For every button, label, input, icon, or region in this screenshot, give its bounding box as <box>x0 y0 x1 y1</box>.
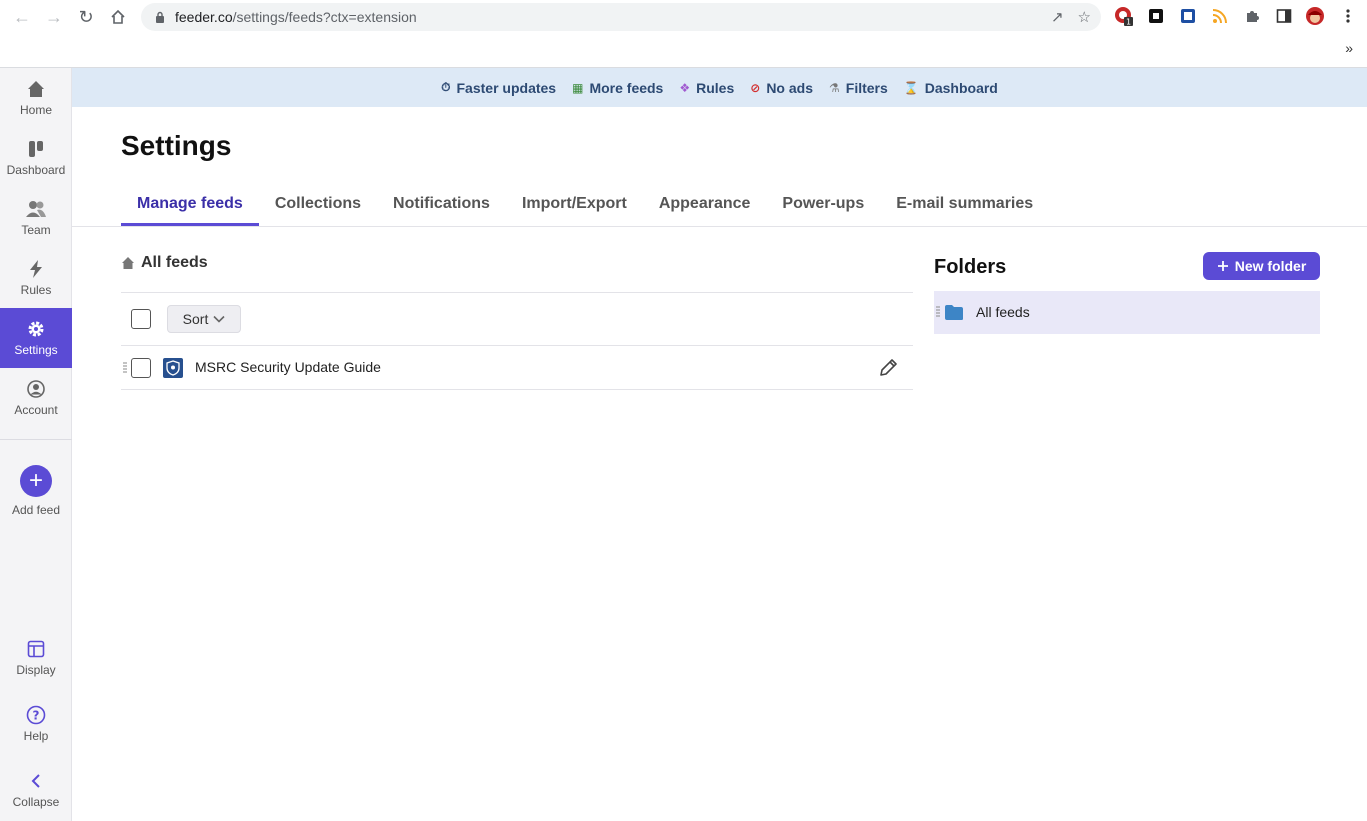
extension-box-icon[interactable] <box>1146 6 1166 26</box>
extension-red-icon[interactable]: 1 <box>1114 6 1134 26</box>
sidebar-item-label: Account <box>14 403 58 417</box>
tabs-divider <box>72 226 1367 227</box>
sidebar-item-display[interactable]: Display <box>0 628 72 688</box>
folder-item-all-feeds[interactable]: All feeds <box>934 291 1320 334</box>
side-panel-icon[interactable] <box>1274 6 1294 26</box>
address-bar[interactable]: feeder.co/settings/feeds?ctx=extension ↗… <box>141 3 1101 31</box>
feeds-breadcrumb[interactable]: All feeds <box>121 254 208 272</box>
promo-no-ads[interactable]: ⊘ No ads <box>750 80 813 96</box>
sidebar-item-help[interactable]: ? Help <box>0 694 72 754</box>
divider <box>121 292 913 293</box>
promo-filters[interactable]: ⚗ Filters <box>829 80 888 96</box>
promo-dashboard[interactable]: ⌛ Dashboard <box>904 80 998 96</box>
chevron-left-icon <box>26 771 46 791</box>
sidebar-item-rules[interactable]: Rules <box>0 248 72 308</box>
drag-handle-icon[interactable] <box>936 306 940 318</box>
team-icon <box>26 199 46 219</box>
unicorn-icon: ❖ <box>679 80 691 95</box>
sidebar-item-label: Display <box>16 663 56 677</box>
folder-name: All feeds <box>976 304 1030 320</box>
plus-icon: + <box>20 465 52 497</box>
extension-blue-icon[interactable] <box>1178 6 1198 26</box>
tab-appearance[interactable]: Appearance <box>643 188 767 226</box>
settings-tabs: Manage feeds Collections Notifications I… <box>121 188 1049 226</box>
page-title: Settings <box>121 130 232 161</box>
promo-faster-updates[interactable]: ⏱ Faster updates <box>441 80 556 96</box>
reload-icon[interactable]: ↻ <box>74 5 98 29</box>
app-sidebar: Home Dashboard Team Rules Settings Accou… <box>0 68 72 821</box>
feed-name[interactable]: MSRC Security Update Guide <box>195 359 381 375</box>
lock-icon <box>156 11 164 23</box>
no-entry-icon: ⊘ <box>750 80 761 95</box>
hourglass-icon: ⌛ <box>903 80 919 95</box>
bookmark-star-icon[interactable]: ☆ <box>1078 8 1091 26</box>
sidebar-item-home[interactable]: Home <box>0 68 72 128</box>
home-icon <box>26 79 46 99</box>
sidebar-item-team[interactable]: Team <box>0 188 72 248</box>
sidebar-item-label: Settings <box>14 343 58 357</box>
folders-title: Folders <box>934 256 1007 278</box>
sidebar-item-collapse[interactable]: Collapse <box>0 760 72 820</box>
help-icon: ? <box>26 705 46 725</box>
bookmarks-overflow-icon[interactable]: » <box>1345 40 1353 56</box>
sort-button[interactable]: Sort <box>167 305 241 333</box>
home-icon <box>122 257 134 269</box>
upgrade-promo-bar: ⏱ Faster updates ▦ More feeds ❖ Rules ⊘ No a… <box>72 68 1367 107</box>
lightning-icon <box>26 259 46 279</box>
books-icon: ▦ <box>572 80 584 95</box>
account-icon <box>26 379 46 399</box>
stopwatch-icon: ⏱ <box>441 80 451 94</box>
forward-icon[interactable]: → <box>42 5 66 29</box>
microscope-icon: ⚗ <box>829 80 840 95</box>
rss-icon[interactable] <box>1210 6 1230 26</box>
sidebar-item-label: Team <box>21 223 51 237</box>
sidebar-item-label: Help <box>23 729 49 743</box>
msrc-shield-icon <box>163 358 183 378</box>
sidebar-divider <box>0 439 72 440</box>
drag-handle-icon[interactable] <box>123 362 127 374</box>
browser-chrome: ← → ↻ feeder.co/settings/feeds?ctx=exten… <box>0 0 1367 68</box>
kebab-menu-icon[interactable] <box>1338 6 1358 26</box>
chevron-down-icon <box>213 315 225 323</box>
sidebar-item-label: Rules <box>20 283 52 297</box>
dashboard-icon <box>26 139 46 159</box>
sidebar-item-settings[interactable]: Settings <box>0 308 72 368</box>
folder-icon <box>945 305 963 320</box>
sidebar-item-account[interactable]: Account <box>0 368 72 428</box>
sidebar-item-dashboard[interactable]: Dashboard <box>0 128 72 188</box>
tab-power-ups[interactable]: Power-ups <box>766 188 880 226</box>
promo-more-feeds[interactable]: ▦ More feeds <box>572 80 663 96</box>
sidebar-item-label: Dashboard <box>6 163 66 177</box>
display-layout-icon <box>26 639 46 659</box>
promo-rules[interactable]: ❖ Rules <box>679 80 734 96</box>
select-all-checkbox[interactable] <box>131 309 151 329</box>
puzzle-icon[interactable] <box>1242 6 1262 26</box>
table-row[interactable]: MSRC Security Update Guide <box>121 346 913 390</box>
svg-text:1: 1 <box>1126 18 1131 27</box>
tab-import-export[interactable]: Import/Export <box>506 188 643 226</box>
tab-email-summaries[interactable]: E-mail summaries <box>880 188 1049 226</box>
back-icon[interactable]: ← <box>10 5 34 29</box>
tab-notifications[interactable]: Notifications <box>377 188 506 226</box>
gear-icon <box>26 319 46 339</box>
pencil-icon[interactable] <box>877 357 899 379</box>
sidebar-item-label: Add feed <box>11 503 61 517</box>
sidebar-item-add-feed[interactable]: + Add feed <box>0 456 72 526</box>
new-folder-button[interactable]: New folder <box>1203 252 1320 280</box>
home-icon[interactable] <box>106 5 130 29</box>
url-text: feeder.co/settings/feeds?ctx=extension <box>175 9 417 25</box>
plus-icon <box>1217 261 1228 271</box>
profile-avatar-icon[interactable] <box>1305 6 1325 26</box>
share-icon[interactable]: ↗ <box>1051 8 1064 26</box>
sidebar-item-label: Collapse <box>12 795 60 809</box>
tab-manage-feeds[interactable]: Manage feeds <box>121 188 259 226</box>
svg-text:?: ? <box>33 709 40 723</box>
sidebar-item-label: Home <box>19 103 52 117</box>
tab-collections[interactable]: Collections <box>259 188 377 226</box>
feed-checkbox[interactable] <box>131 358 151 378</box>
